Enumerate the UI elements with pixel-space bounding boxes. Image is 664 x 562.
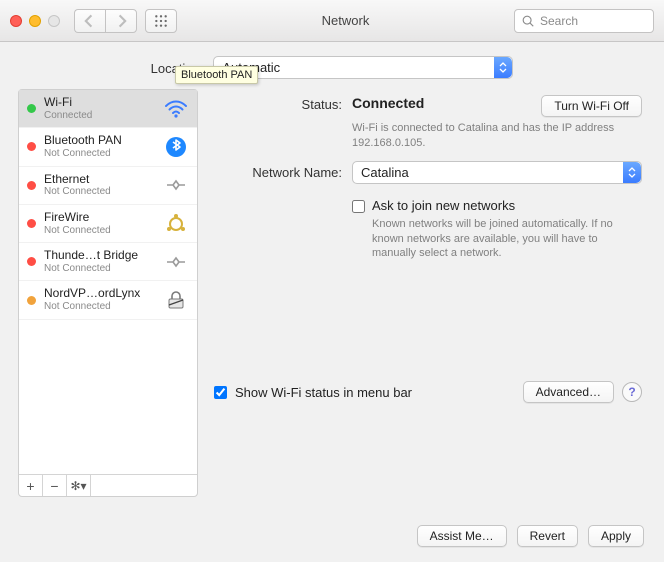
service-options-button[interactable]: ✻▾	[67, 475, 91, 496]
network-name-dropdown[interactable]: Catalina	[352, 161, 642, 184]
maximize-window-icon	[48, 15, 60, 27]
sidebar-item-ethernet[interactable]: Thunde…t BridgeNot Connected	[19, 243, 197, 281]
status-dot-icon	[27, 104, 36, 113]
show-status-label: Show Wi-Fi status in menu bar	[235, 385, 412, 400]
close-window-icon[interactable]	[10, 15, 22, 27]
search-field[interactable]: Search	[514, 9, 654, 33]
add-service-button[interactable]: +	[19, 475, 43, 496]
service-sub: Not Connected	[44, 301, 155, 313]
ask-join-checkbox[interactable]	[352, 200, 365, 213]
service-name: Wi-Fi	[44, 96, 155, 110]
service-name: Ethernet	[44, 173, 155, 187]
service-sub: Not Connected	[44, 186, 155, 198]
dropdown-chevrons-icon	[494, 57, 512, 78]
status-dot-icon	[27, 296, 36, 305]
service-sub: Not Connected	[44, 148, 155, 160]
service-sub: Not Connected	[44, 263, 155, 275]
dropdown-chevrons-icon	[623, 162, 641, 183]
service-sub: Connected	[44, 110, 155, 122]
location-row: Location: Automatic	[0, 42, 664, 89]
window-controls	[10, 15, 60, 27]
bluetooth-tooltip: Bluetooth PAN	[175, 66, 258, 84]
window-title: Network	[185, 13, 506, 28]
apps-grid-button[interactable]	[145, 9, 177, 33]
status-desc: Wi-Fi is connected to Catalina and has t…	[352, 121, 622, 151]
service-text: NordVP…ordLynxNot Connected	[44, 287, 155, 312]
help-button[interactable]: ?	[622, 382, 642, 402]
ethernet-icon	[163, 251, 189, 273]
service-name: Bluetooth PAN	[44, 134, 155, 148]
ask-join-desc: Known networks will be joined automatica…	[372, 217, 622, 262]
wifi-icon	[163, 98, 189, 120]
firewire-icon	[163, 213, 189, 235]
sidebar-item-firewire[interactable]: FireWireNot Connected	[19, 205, 197, 243]
network-name-label: Network Name:	[214, 161, 342, 180]
show-status-checkbox[interactable]	[214, 386, 227, 399]
service-name: NordVP…ordLynx	[44, 287, 155, 301]
service-text: Wi-FiConnected	[44, 96, 155, 121]
service-text: Thunde…t BridgeNot Connected	[44, 249, 155, 274]
minimize-window-icon[interactable]	[29, 15, 41, 27]
sidebar-item-bluetooth[interactable]: Bluetooth PANNot Connected	[19, 128, 197, 166]
lock-icon	[163, 289, 189, 311]
wifi-off-button[interactable]: Turn Wi-Fi Off	[541, 95, 642, 117]
content: Wi-FiConnectedBluetooth PANNot Connected…	[0, 89, 664, 507]
titlebar: Network Search	[0, 0, 664, 42]
status-dot-icon	[27, 257, 36, 266]
sidebar-item-lock[interactable]: NordVP…ordLynxNot Connected	[19, 281, 197, 319]
ethernet-icon	[163, 174, 189, 196]
ask-join-label: Ask to join new networks	[372, 198, 622, 213]
service-text: EthernetNot Connected	[44, 173, 155, 198]
service-list: Wi-FiConnectedBluetooth PANNot Connected…	[19, 90, 197, 474]
status-dot-icon	[27, 181, 36, 190]
service-name: Thunde…t Bridge	[44, 249, 155, 263]
sidebar-actions: + − ✻▾	[19, 474, 197, 496]
sidebar-item-ethernet[interactable]: EthernetNot Connected	[19, 167, 197, 205]
assist-me-button[interactable]: Assist Me…	[417, 525, 507, 547]
service-sub: Not Connected	[44, 225, 155, 237]
apply-button[interactable]: Apply	[588, 525, 644, 547]
service-text: Bluetooth PANNot Connected	[44, 134, 155, 159]
remove-service-button[interactable]: −	[43, 475, 67, 496]
status-dot-icon	[27, 219, 36, 228]
forward-button[interactable]	[105, 9, 137, 33]
sidebar-item-wifi[interactable]: Wi-FiConnected	[19, 90, 197, 128]
revert-button[interactable]: Revert	[517, 525, 578, 547]
sidebar-actions-spacer	[91, 475, 197, 496]
network-name-value: Catalina	[361, 165, 409, 180]
status-label: Status:	[214, 95, 342, 112]
nav-segment	[74, 9, 137, 33]
search-icon	[521, 14, 535, 28]
footer: Assist Me… Revert Apply	[0, 507, 664, 547]
status-value: Connected	[352, 95, 424, 111]
service-text: FireWireNot Connected	[44, 211, 155, 236]
back-button[interactable]	[74, 9, 105, 33]
status-dot-icon	[27, 142, 36, 151]
main-panel: Status: Connected Turn Wi-Fi Off Wi-Fi i…	[214, 89, 646, 403]
service-name: FireWire	[44, 211, 155, 225]
bluetooth-icon	[163, 136, 189, 158]
advanced-button[interactable]: Advanced…	[523, 381, 614, 403]
sidebar: Wi-FiConnectedBluetooth PANNot Connected…	[18, 89, 198, 497]
search-placeholder: Search	[540, 14, 578, 28]
location-dropdown[interactable]: Automatic	[213, 56, 513, 79]
